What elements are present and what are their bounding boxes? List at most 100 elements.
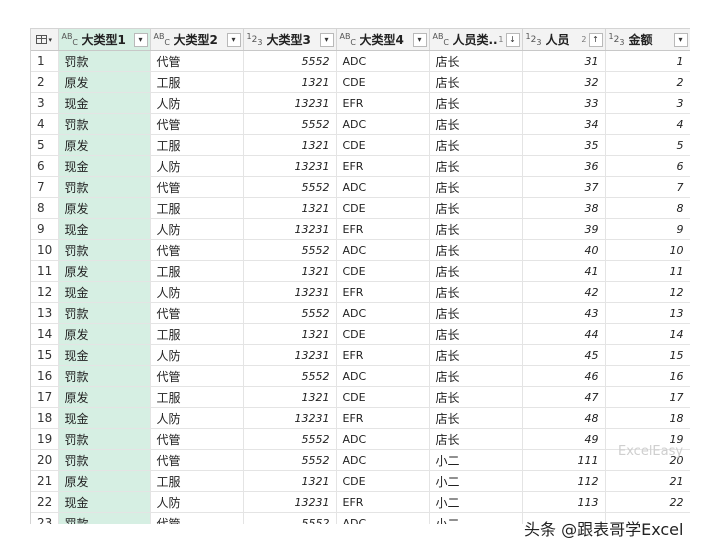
cell-category2[interactable]: 工服 xyxy=(150,386,244,408)
column-header-2[interactable]: ABC 大类型2 ▾ xyxy=(150,28,244,51)
cell-category4[interactable]: ADC xyxy=(336,239,430,261)
cell-category1[interactable]: 现金 xyxy=(58,92,151,114)
cell-staff[interactable]: 113 xyxy=(522,491,606,513)
cell-staff[interactable]: 43 xyxy=(522,302,606,324)
row-number[interactable]: 11 xyxy=(31,260,59,282)
cell-staff-type[interactable]: 小二 xyxy=(429,449,523,471)
cell-category3[interactable]: 13231 xyxy=(243,344,337,366)
cell-staff[interactable]: 47 xyxy=(522,386,606,408)
row-number[interactable]: 14 xyxy=(31,323,59,345)
cell-category1[interactable]: 现金 xyxy=(58,155,151,177)
cell-staff-type[interactable]: 店长 xyxy=(429,323,523,345)
cell-category1[interactable]: 原发 xyxy=(58,386,151,408)
column-filter-button[interactable]: ▾ xyxy=(673,32,688,47)
row-number[interactable]: 10 xyxy=(31,239,59,261)
cell-category4[interactable]: CDE xyxy=(336,470,430,492)
cell-amount[interactable]: 11 xyxy=(605,260,690,282)
table-row[interactable]: 14 原发 工服 1321 CDE 店长 44 14 xyxy=(31,323,690,345)
cell-category1[interactable]: 罚款 xyxy=(58,449,151,471)
cell-staff-type[interactable]: 店长 xyxy=(429,407,523,429)
row-number[interactable]: 21 xyxy=(31,470,59,492)
cell-category4[interactable]: EFR xyxy=(336,407,430,429)
row-number[interactable]: 5 xyxy=(31,134,59,156)
cell-category4[interactable]: CDE xyxy=(336,260,430,282)
cell-category4[interactable]: CDE xyxy=(336,134,430,156)
cell-category4[interactable]: ADC xyxy=(336,428,430,450)
cell-staff[interactable]: 112 xyxy=(522,470,606,492)
cell-category4[interactable]: CDE xyxy=(336,71,430,93)
table-row[interactable]: 1 罚款 代管 5552 ADC 店长 31 1 xyxy=(31,50,690,72)
table-row[interactable]: 9 现金 人防 13231 EFR 店长 39 9 xyxy=(31,218,690,240)
cell-category1[interactable]: 罚款 xyxy=(58,365,151,387)
row-number[interactable]: 7 xyxy=(31,176,59,198)
cell-category4[interactable]: ADC xyxy=(336,50,430,72)
table-row[interactable]: 2 原发 工服 1321 CDE 店长 32 2 xyxy=(31,71,690,93)
table-row[interactable]: 5 原发 工服 1321 CDE 店长 35 5 xyxy=(31,134,690,156)
cell-staff[interactable]: 111 xyxy=(522,449,606,471)
table-row[interactable]: 3 现金 人防 13231 EFR 店长 33 3 xyxy=(31,92,690,114)
column-header-1[interactable]: ABC 大类型1 ▾ xyxy=(58,28,151,51)
cell-staff[interactable]: 41 xyxy=(522,260,606,282)
cell-category2[interactable]: 人防 xyxy=(150,344,244,366)
sort-ascending-icon[interactable]: ↓ xyxy=(505,32,520,47)
cell-category4[interactable]: EFR xyxy=(336,344,430,366)
row-number[interactable]: 8 xyxy=(31,197,59,219)
row-number[interactable]: 20 xyxy=(31,449,59,471)
table-row[interactable]: 12 现金 人防 13231 EFR 店长 42 12 xyxy=(31,281,690,303)
cell-category4[interactable]: ADC xyxy=(336,449,430,471)
cell-category2[interactable]: 代管 xyxy=(150,239,244,261)
cell-staff-type[interactable]: 店长 xyxy=(429,176,523,198)
row-number[interactable]: 22 xyxy=(31,491,59,513)
cell-staff-type[interactable]: 店长 xyxy=(429,260,523,282)
number-type-icon[interactable]: 123 xyxy=(609,32,629,47)
table-row[interactable]: 6 现金 人防 13231 EFR 店长 36 6 xyxy=(31,155,690,177)
cell-category2[interactable]: 代管 xyxy=(150,428,244,450)
cell-staff[interactable]: 38 xyxy=(522,197,606,219)
cell-staff-type[interactable]: 店长 xyxy=(429,428,523,450)
cell-staff[interactable]: 31 xyxy=(522,50,606,72)
cell-category2[interactable]: 工服 xyxy=(150,260,244,282)
cell-amount[interactable]: 2 xyxy=(605,71,690,93)
row-number[interactable]: 16 xyxy=(31,365,59,387)
cell-category4[interactable]: CDE xyxy=(336,197,430,219)
cell-category3[interactable]: 13231 xyxy=(243,218,337,240)
row-number[interactable]: 9 xyxy=(31,218,59,240)
text-type-icon[interactable]: ABC xyxy=(433,32,453,47)
cell-category3[interactable]: 13231 xyxy=(243,155,337,177)
table-menu-button[interactable]: ▾ xyxy=(31,28,59,51)
cell-category2[interactable]: 人防 xyxy=(150,92,244,114)
cell-category2[interactable]: 人防 xyxy=(150,407,244,429)
cell-amount[interactable]: 22 xyxy=(605,491,690,513)
cell-category1[interactable]: 原发 xyxy=(58,134,151,156)
column-filter-button[interactable]: ▾ xyxy=(226,32,241,47)
cell-category1[interactable]: 罚款 xyxy=(58,512,151,524)
cell-staff[interactable]: 49 xyxy=(522,428,606,450)
cell-staff[interactable]: 39 xyxy=(522,218,606,240)
cell-category3[interactable]: 13231 xyxy=(243,281,337,303)
cell-category1[interactable]: 罚款 xyxy=(58,176,151,198)
cell-category3[interactable]: 5552 xyxy=(243,512,337,524)
table-row[interactable]: 11 原发 工服 1321 CDE 店长 41 11 xyxy=(31,260,690,282)
cell-category3[interactable]: 5552 xyxy=(243,50,337,72)
cell-category1[interactable]: 罚款 xyxy=(58,50,151,72)
row-number[interactable]: 6 xyxy=(31,155,59,177)
cell-staff-type[interactable]: 店长 xyxy=(429,302,523,324)
cell-category1[interactable]: 现金 xyxy=(58,407,151,429)
cell-category4[interactable]: ADC xyxy=(336,512,430,524)
cell-staff[interactable]: 45 xyxy=(522,344,606,366)
row-number[interactable]: 18 xyxy=(31,407,59,429)
cell-category2[interactable]: 工服 xyxy=(150,470,244,492)
cell-category3[interactable]: 1321 xyxy=(243,71,337,93)
column-filter-button[interactable]: ▾ xyxy=(412,32,427,47)
cell-staff[interactable]: 36 xyxy=(522,155,606,177)
cell-category3[interactable]: 1321 xyxy=(243,323,337,345)
cell-staff-type[interactable]: 店长 xyxy=(429,365,523,387)
column-header-5[interactable]: ABC 人员类... 1 ↓ xyxy=(429,28,523,51)
cell-staff[interactable]: 48 xyxy=(522,407,606,429)
table-row[interactable]: 7 罚款 代管 5552 ADC 店长 37 7 xyxy=(31,176,690,198)
row-number[interactable]: 3 xyxy=(31,92,59,114)
cell-category1[interactable]: 罚款 xyxy=(58,428,151,450)
text-type-icon[interactable]: ABC xyxy=(340,32,360,47)
column-filter-button[interactable]: ▾ xyxy=(319,32,334,47)
table-row[interactable]: 15 现金 人防 13231 EFR 店长 45 15 xyxy=(31,344,690,366)
